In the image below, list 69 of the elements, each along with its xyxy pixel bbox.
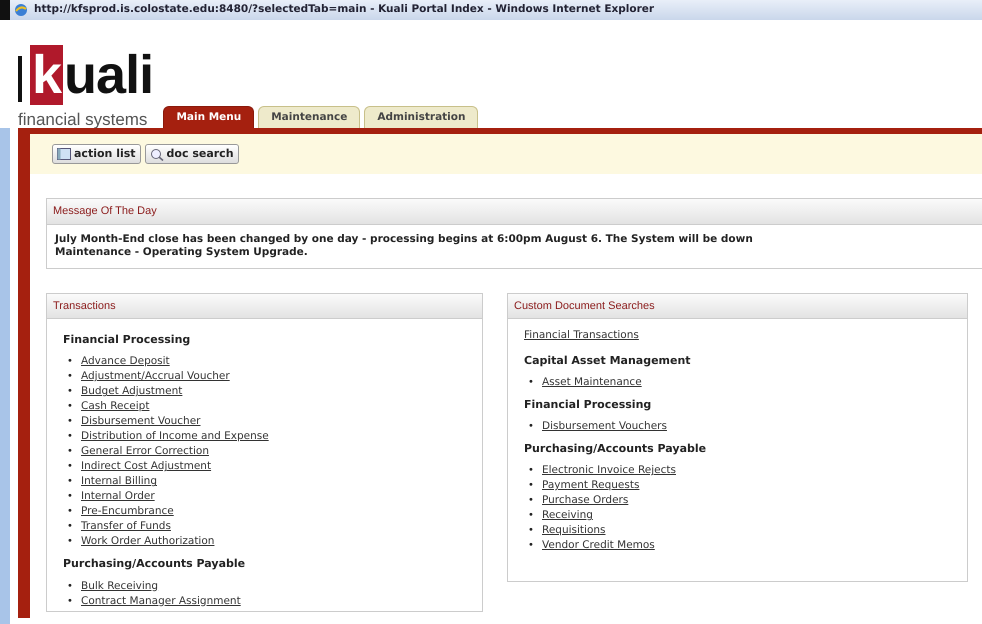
link[interactable]: Requisitions [542, 523, 606, 538]
bullet: • [67, 445, 74, 460]
toolbar-button[interactable]: action list [52, 144, 141, 164]
bullet: • [67, 535, 74, 550]
link[interactable]: Cash Receipt [81, 399, 150, 414]
link[interactable]: Internal Order [81, 489, 155, 504]
section-heading: Capital Asset Management [524, 352, 692, 369]
message-text: July Month-End close has been changed by one day - processing begins at 6:00pm August 6. The System will be down [55, 232, 754, 246]
link[interactable]: Pre-Encumbrance [81, 504, 174, 520]
bullet: • [67, 580, 74, 594]
bullet: • [528, 539, 535, 554]
link[interactable]: General Error Correction [81, 444, 209, 460]
panel-title: Message Of The Day [47, 199, 982, 224]
link[interactable]: Disbursement Voucher [81, 414, 200, 430]
link[interactable]: Advance Deposit [81, 354, 170, 370]
link[interactable]: Financial Transactions [524, 329, 639, 342]
window-title: http://kfsprod.is.colostate.edu:8480/?selectedTab=main - Kuali Portal Index - Windows Internet Explorer [34, 2, 654, 18]
link[interactable]: Vendor Credit Memos [542, 538, 655, 554]
tab[interactable]: Main Menu [163, 106, 254, 128]
bullet: • [528, 524, 535, 538]
bullet: • [67, 505, 74, 520]
link[interactable]: Electronic Invoice Rejects [542, 463, 676, 478]
section-heading: Financial Processing [63, 332, 192, 348]
bullet: • [67, 594, 74, 609]
bullet: • [67, 520, 74, 534]
bullet: • [67, 490, 74, 504]
link[interactable]: Bulk Receiving [81, 578, 158, 594]
bullet: • [528, 376, 535, 390]
tab[interactable]: Maintenance [258, 106, 360, 128]
tab[interactable]: Administration [364, 106, 478, 128]
list-icon [57, 148, 71, 160]
panel-title: Custom Document Searches [508, 294, 967, 320]
bullet: • [67, 355, 74, 370]
bullet: • [67, 385, 74, 400]
message-text: Maintenance - Operating System Upgrade. [55, 246, 309, 260]
link[interactable]: Work Order Authorization [81, 534, 214, 550]
search-icon [150, 148, 164, 160]
bullet: • [67, 475, 74, 490]
link[interactable]: Contract Manager Assignment [81, 594, 241, 609]
link[interactable]: Budget Adjustment [81, 384, 182, 400]
bullet: • [528, 420, 535, 434]
link[interactable]: Distribution of Income and Expense [81, 429, 269, 444]
link[interactable]: Internal Billing [81, 474, 157, 490]
link[interactable]: Asset Maintenance [542, 374, 642, 390]
logo-bar-icon [18, 56, 22, 102]
link[interactable]: Purchase Orders [542, 493, 628, 508]
panel-title: Transactions [47, 294, 482, 320]
link[interactable]: Adjustment/Accrual Voucher [81, 369, 230, 384]
logo-wordmark: kuali [30, 48, 154, 102]
link[interactable]: Payment Requests [542, 478, 640, 494]
bullet: • [67, 430, 74, 444]
browser-icon [14, 3, 28, 17]
link[interactable]: Indirect Cost Adjustment [81, 459, 212, 474]
section-heading: Purchasing/Accounts Payable [63, 556, 246, 572]
bullet: • [528, 479, 535, 494]
bullet: • [528, 509, 535, 524]
logo-subtitle: financial systems [18, 111, 148, 128]
bullet: • [528, 494, 535, 508]
link[interactable]: Receiving [542, 508, 593, 524]
bullet: • [67, 415, 74, 430]
toolbar-button[interactable]: doc search [144, 144, 239, 164]
bullet: • [67, 460, 74, 474]
bullet: • [528, 464, 535, 478]
link[interactable]: Transfer of Funds [81, 519, 171, 534]
bullet: • [67, 370, 74, 384]
link[interactable]: Disbursement Vouchers [542, 419, 667, 434]
section-heading: Purchasing/Accounts Payable [524, 441, 708, 458]
bullet: • [67, 400, 74, 414]
section-heading: Financial Processing [524, 396, 652, 413]
